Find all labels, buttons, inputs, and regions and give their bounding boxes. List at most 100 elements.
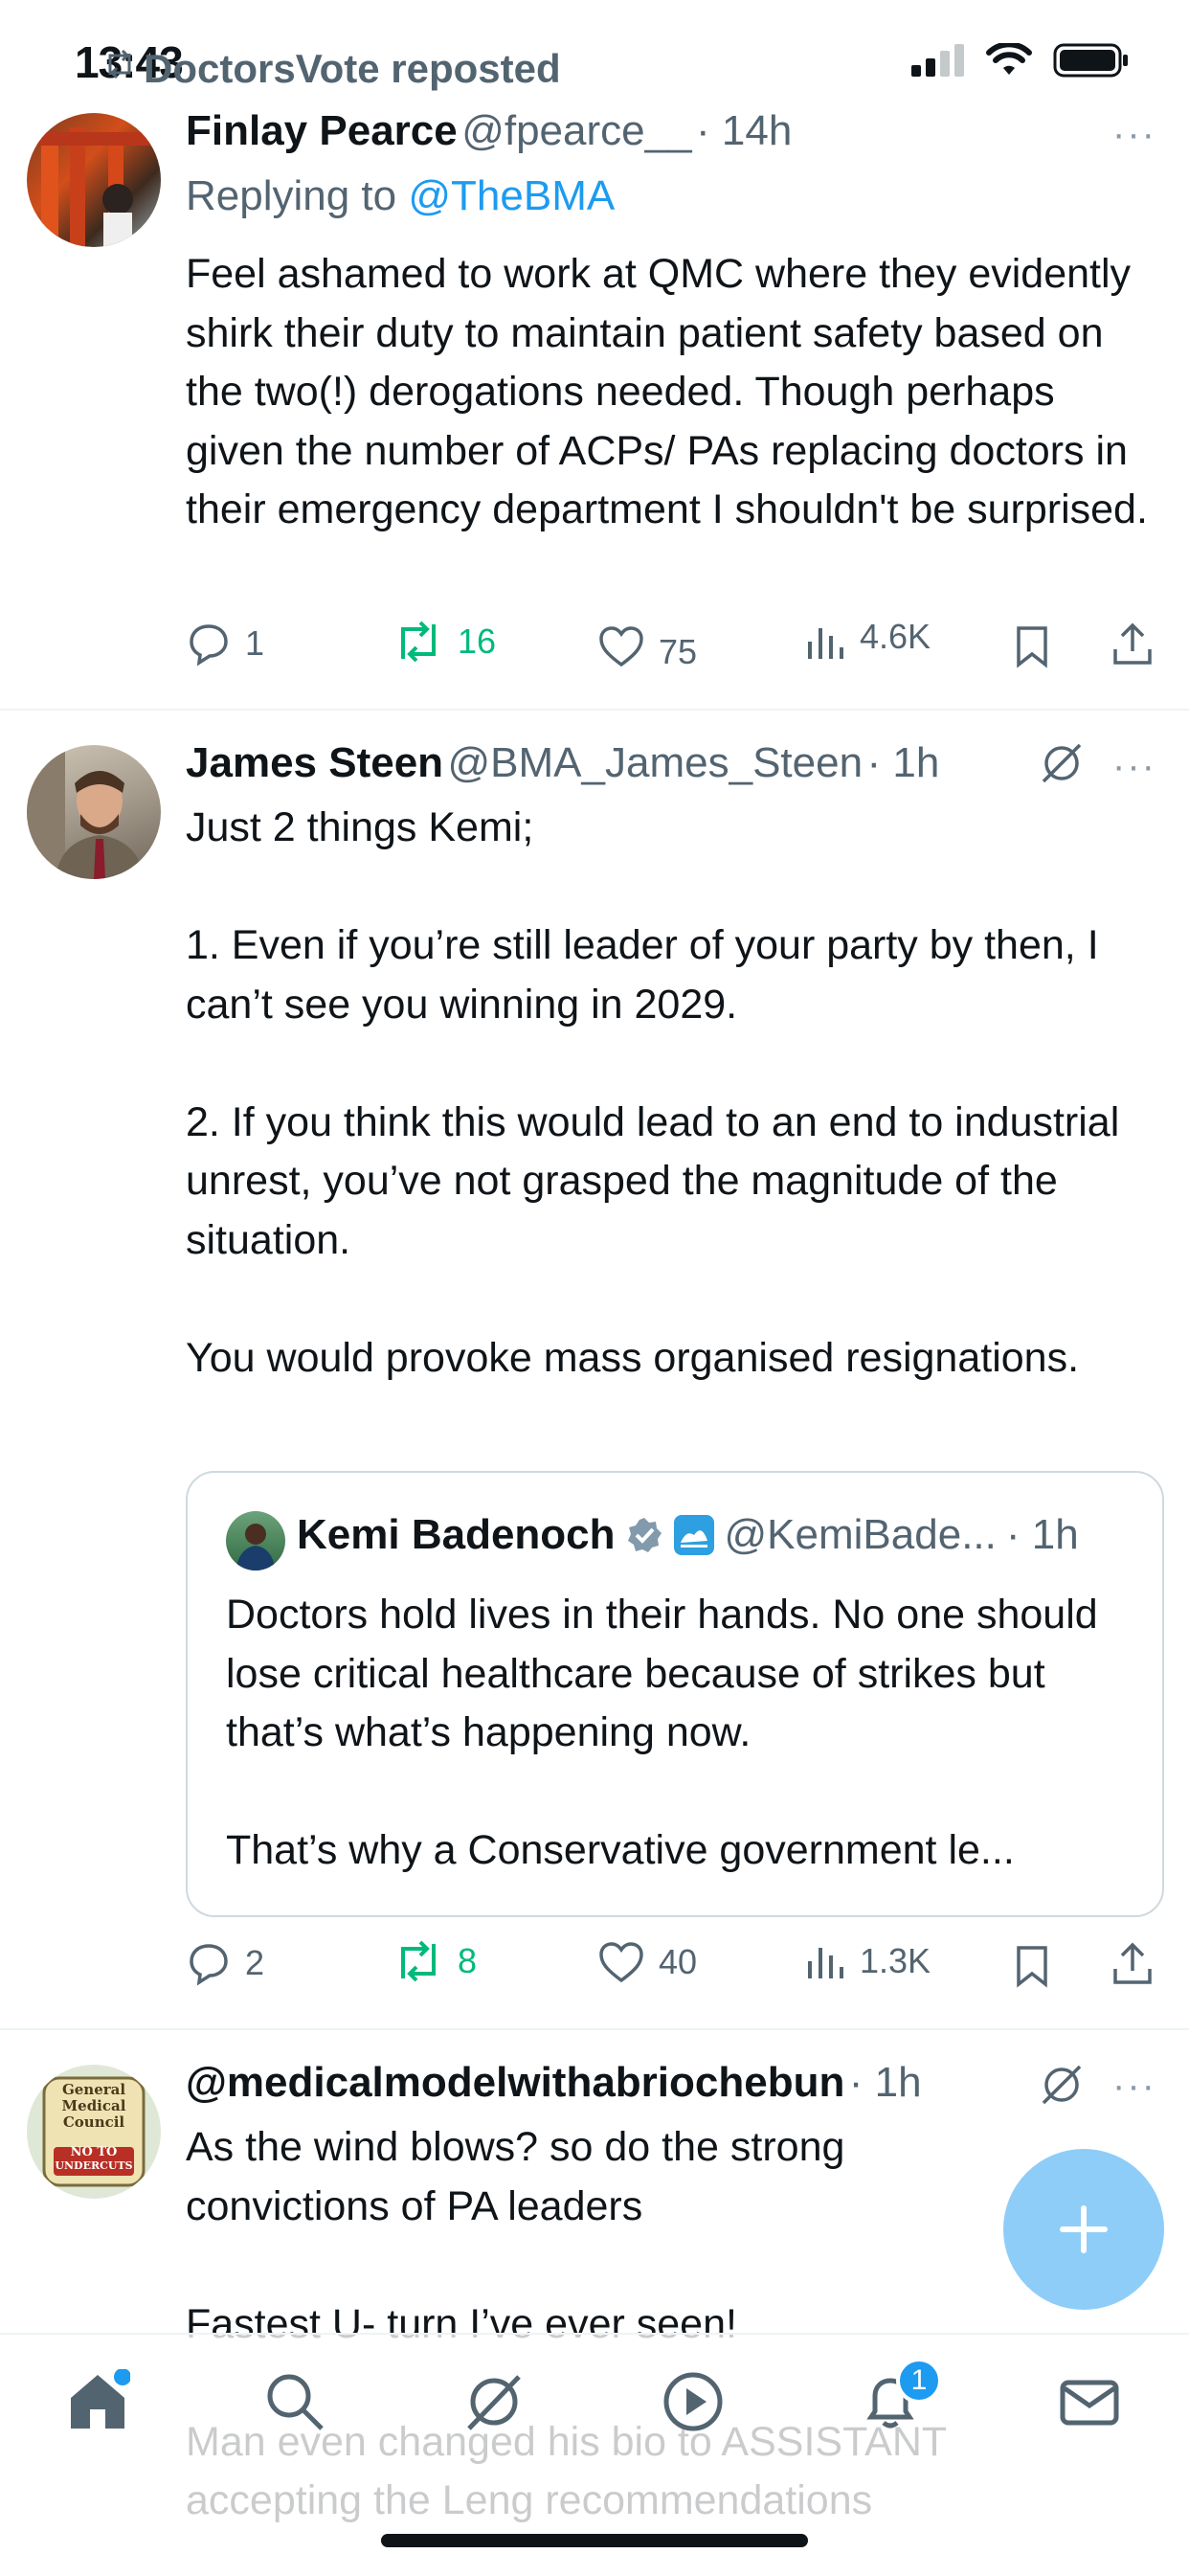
mail-icon	[1060, 2380, 1119, 2426]
tab-search[interactable]	[262, 2369, 327, 2439]
reply-count: 2	[245, 1943, 265, 1982]
like-count: 75	[659, 632, 698, 671]
heart-icon	[599, 1942, 643, 1983]
author-handle[interactable]: @medicalmodelwithabriochebun	[186, 2059, 844, 2106]
avatar[interactable]	[27, 113, 161, 247]
home-icon	[71, 2368, 131, 2429]
notification-badge: 1	[896, 2358, 942, 2404]
repost-icon	[108, 49, 131, 79]
tweet-actions: 2 8 40 1.3K	[186, 1940, 1162, 1998]
views-icon	[808, 1948, 843, 1978]
repost-indicator	[103, 49, 136, 83]
tweet-time: · 1h	[866, 739, 940, 786]
repost-icon	[401, 1940, 436, 1982]
views-button[interactable]: 1.3K	[804, 1940, 931, 1982]
view-count: 4.6K	[860, 617, 931, 656]
share-icon	[1113, 1942, 1152, 1984]
play-icon	[663, 2372, 723, 2431]
avatar[interactable]	[27, 745, 161, 879]
bookmark-icon	[1017, 626, 1047, 668]
tweet-divider	[0, 2028, 1189, 2030]
view-count: 1.3K	[860, 1941, 931, 1980]
reply-button[interactable]: 2	[186, 1940, 264, 1986]
reply-prefix: Replying to	[186, 172, 409, 219]
wifi-icon	[986, 43, 1032, 75]
bookmark-button[interactable]	[1013, 624, 1051, 677]
more-options-icon[interactable]: ···	[1112, 745, 1156, 788]
cellular-signal-icon	[911, 44, 964, 77]
reply-context: Replying to @TheBMA	[186, 172, 615, 220]
avatar-photo	[27, 127, 161, 247]
home-indicator	[381, 2534, 808, 2547]
avatar-photo	[27, 745, 144, 879]
quote-text: Doctors hold lives in their hands. No on…	[226, 1592, 1098, 1873]
quote-time: · 1h	[1005, 1511, 1079, 1558]
views-button[interactable]: 4.6K	[804, 617, 931, 663]
tab-home[interactable]	[65, 2368, 131, 2439]
bookmark-icon	[1017, 1946, 1047, 1988]
affiliate-badge-icon	[673, 1515, 714, 1555]
tab-grok[interactable]	[461, 2369, 527, 2439]
author-handle[interactable]: @fpearce__	[461, 107, 691, 154]
avatar-text-line: Council	[62, 2113, 125, 2131]
avatar-text-line: General	[61, 2081, 126, 2098]
tweet-text: Feel ashamed to work at QMC where they e…	[186, 251, 1148, 532]
like-button[interactable]: 75	[597, 621, 697, 672]
repost-button[interactable]: 8	[393, 1940, 477, 1982]
search-icon	[267, 2374, 324, 2430]
tweet-time: · 14h	[696, 107, 793, 154]
like-count: 40	[659, 1942, 698, 1981]
avatar-text: General Medical Council NO TO UNDERCUTS	[27, 2081, 161, 2173]
quote-header: Kemi Badenoch @KemiBade... · 1h	[297, 1511, 1079, 1559]
reply-count: 1	[245, 623, 265, 663]
share-button[interactable]	[1110, 1942, 1155, 1995]
tweet-header: Finlay Pearce @fpearce__ · 14h	[186, 107, 792, 155]
plus-icon	[1060, 2205, 1108, 2253]
avatar-text-line: NO TO	[70, 2145, 118, 2159]
notification-count: 1	[910, 2364, 928, 2396]
verified-gray-badge-icon	[627, 1518, 662, 1552]
tweet-divider	[0, 709, 1189, 711]
quote-author-handle: @KemiBade...	[724, 1511, 997, 1558]
share-icon	[1113, 622, 1152, 665]
repost-label[interactable]: DoctorsVote reposted	[144, 46, 561, 92]
share-button[interactable]	[1110, 622, 1155, 675]
tweet-header: James Steen @BMA_James_Steen · 1h	[186, 739, 939, 787]
tab-video[interactable]	[661, 2369, 726, 2439]
tweet-header: @medicalmodelwithabriochebun · 1h	[186, 2059, 922, 2107]
quote-author-name: Kemi Badenoch	[297, 1511, 616, 1558]
tab-messages[interactable]	[1057, 2369, 1122, 2439]
quote-tweet-card[interactable]: Kemi Badenoch @KemiBade... · 1h Doctors …	[186, 1471, 1164, 1917]
author-handle[interactable]: @BMA_James_Steen	[448, 739, 864, 786]
repost-count: 16	[458, 621, 497, 661]
tweet-text: Just 2 things Kemi; 1. Even if you’re st…	[186, 804, 1120, 1381]
tweet-actions: 1 16 75 4.6K	[186, 617, 1162, 678]
avatar-text-line: UNDERCUTS	[55, 2159, 133, 2172]
tweet-time: · 1h	[848, 2059, 922, 2106]
repost-button[interactable]: 16	[393, 621, 496, 663]
avatar[interactable]: General Medical Council NO TO UNDERCUTS	[27, 2065, 161, 2199]
heart-icon	[599, 626, 643, 667]
reply-to-link[interactable]: @TheBMA	[408, 172, 615, 219]
repost-count: 8	[458, 1941, 478, 1980]
reply-icon	[190, 1944, 228, 1986]
grok-icon[interactable]	[1038, 2061, 1086, 2113]
more-options-icon[interactable]: ···	[1112, 2065, 1156, 2108]
author-name[interactable]: James Steen	[186, 739, 443, 786]
author-name[interactable]: Finlay Pearce	[186, 107, 458, 154]
battery-icon	[1053, 43, 1128, 78]
compose-button[interactable]	[1003, 2149, 1164, 2310]
grok-icon[interactable]	[1038, 739, 1086, 792]
avatar-photo	[236, 1524, 276, 1570]
like-button[interactable]: 40	[597, 1940, 697, 1984]
quote-avatar	[226, 1511, 285, 1570]
bookmark-button[interactable]	[1013, 1944, 1051, 1997]
views-icon	[808, 628, 843, 659]
reply-icon	[190, 624, 228, 667]
reply-button[interactable]: 1	[186, 621, 264, 667]
more-options-icon[interactable]: ···	[1112, 113, 1156, 156]
tab-notifications[interactable]: 1	[858, 2358, 942, 2439]
grok-icon	[467, 2375, 521, 2430]
status-icons	[911, 42, 1130, 79]
avatar-text-line: Medical	[61, 2097, 126, 2114]
